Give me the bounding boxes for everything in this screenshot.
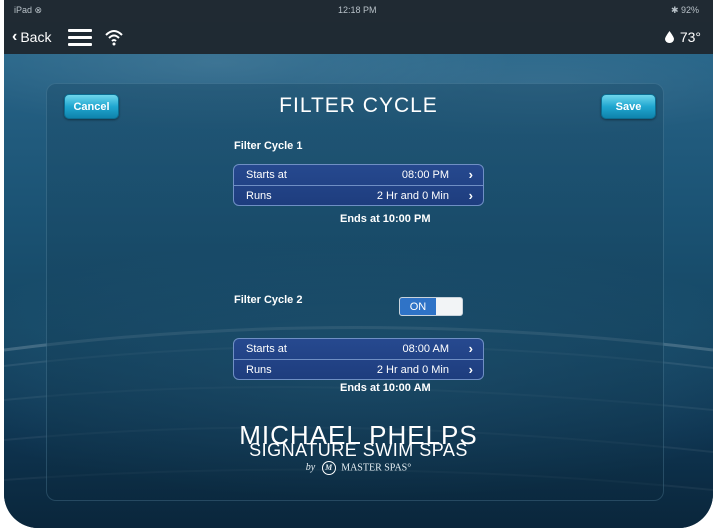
status-time: 12:18 PM — [338, 5, 377, 15]
row-label: Runs — [246, 364, 272, 376]
row-value: 08:00 PM — [401, 169, 449, 181]
back-label: Back — [20, 29, 52, 45]
filter-cycle-2-ends: Ends at 10:00 AM — [340, 382, 431, 394]
chevron-right-icon: › — [468, 188, 473, 203]
filter-cycle-2-toggle[interactable]: ON — [399, 297, 463, 316]
wifi-icon — [105, 30, 123, 46]
status-device: iPad ⊗ — [14, 5, 43, 15]
row-value: 08:00 AM — [402, 343, 449, 355]
filter-cycle-2-runs-row[interactable]: Runs 2 Hr and 0 Min › — [234, 359, 483, 379]
row-label: Starts at — [246, 343, 287, 355]
filter-cycle-1-runs-row[interactable]: Runs 2 Hr and 0 Min › — [234, 185, 483, 205]
brand-line-2: SIGNATURE SWIM SPAS — [249, 440, 468, 460]
chevron-right-icon: › — [468, 341, 473, 356]
row-value: 2 Hr and 0 Min — [376, 190, 449, 202]
filter-cycle-2-starts-row[interactable]: Starts at 08:00 AM › — [234, 339, 483, 359]
filter-cycle-1-label: Filter Cycle 1 — [234, 140, 303, 152]
row-label: Starts at — [246, 169, 287, 181]
page-title: FILTER CYCLE — [279, 94, 438, 117]
chevron-left-icon: ‹ — [12, 28, 18, 45]
filter-cycle-2-label: Filter Cycle 2 — [234, 294, 303, 306]
filter-cycle-1-starts-row[interactable]: Starts at 08:00 PM › — [234, 165, 483, 185]
temperature-value: 73° — [679, 29, 701, 45]
chevron-right-icon: › — [468, 362, 473, 377]
brand-by: by — [305, 462, 316, 474]
filter-cycle-1-table: Starts at 08:00 PM › Runs 2 Hr and 0 Min… — [233, 164, 484, 206]
row-value: 2 Hr and 0 Min — [376, 364, 449, 376]
filter-cycle-2-table: Starts at 08:00 AM › Runs 2 Hr and 0 Min… — [233, 338, 484, 380]
back-button[interactable]: ‹ Back — [12, 28, 51, 46]
master-spas-logo-icon: M — [321, 461, 336, 475]
brand-company-name: MASTER SPAS° — [341, 462, 412, 474]
temperature-readout: 73° — [664, 29, 701, 45]
filter-cycle-1-ends: Ends at 10:00 PM — [340, 213, 431, 225]
status-battery: ✱ 92% — [670, 5, 699, 15]
water-drop-icon — [664, 31, 674, 43]
status-bar: iPad ⊗ 12:18 PM ✱ 92% — [4, 0, 713, 22]
toggle-on-label: ON — [400, 298, 436, 315]
brand-company: by M MASTER SPAS° — [0, 461, 717, 475]
nav-bar: ‹ Back 73° — [4, 22, 713, 54]
hamburger-menu-icon[interactable] — [68, 29, 92, 47]
row-label: Runs — [246, 190, 272, 202]
chevron-right-icon: › — [468, 167, 473, 182]
